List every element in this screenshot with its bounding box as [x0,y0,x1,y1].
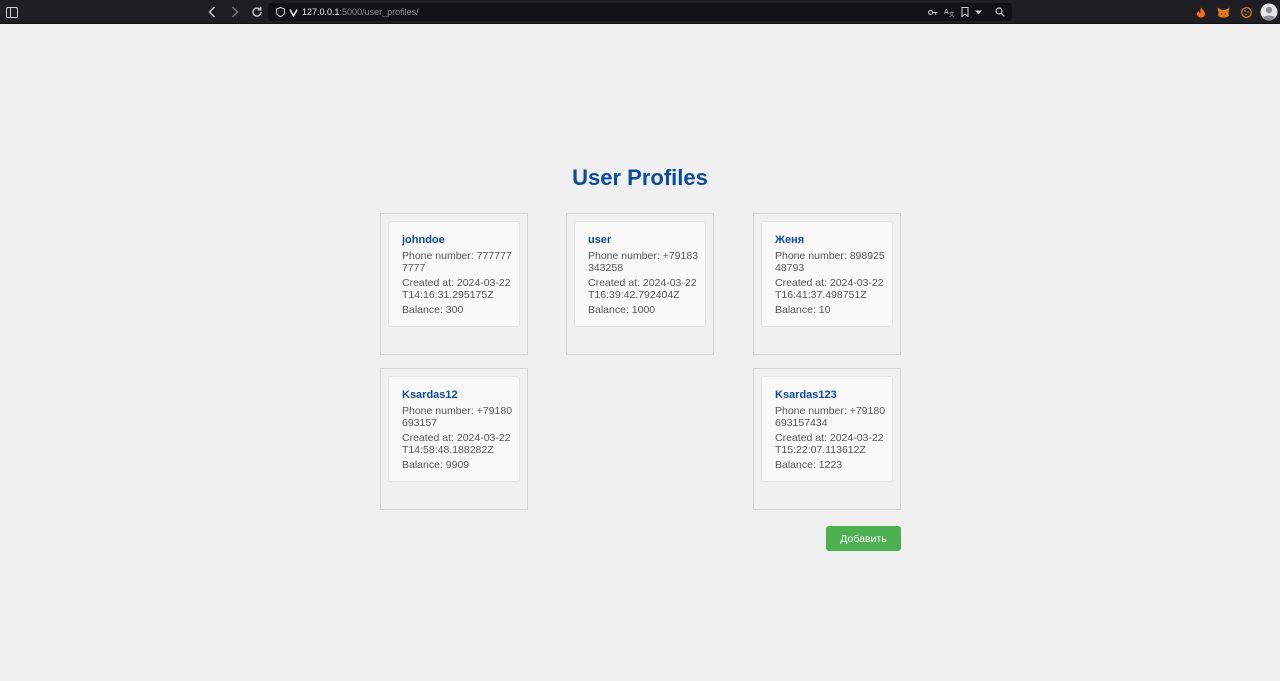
profile-balance: Balance: 1000 [588,304,656,316]
profile-card-body: Ksardas12 Phone number: +79180693157 Cre… [388,376,520,482]
key-icon[interactable] [928,7,938,17]
reload-icon[interactable] [251,6,263,18]
bookmark-icon[interactable] [960,7,969,17]
translate-icon[interactable]: A 文 [944,7,955,17]
profile-balance: Balance: 10 [775,304,831,316]
url-path: :5000/user_profiles/ [339,7,419,17]
profile-card-user: user Phone number: +79183343258 Created … [566,213,714,355]
profile-created-at: Created at: 2024-03-22T14:16:31.295175Z [402,277,511,301]
profile-avatar-icon[interactable] [1260,3,1278,21]
svg-text:文: 文 [949,11,955,18]
url-text[interactable]: 127.0.0.1:5000/user_profiles/ [302,3,419,21]
profile-phone: Phone number: +79183343258 [588,250,699,274]
profile-username: Ksardas12 [402,389,458,401]
profile-card-johndoe: johndoe Phone number: 7777777777 Created… [380,213,528,355]
cookie-extension-icon[interactable] [1240,6,1252,18]
forward-arrow-icon[interactable] [229,6,241,18]
profile-created-at: Created at: 2024-03-22T14:58:48.188282Z [402,432,511,456]
profile-card-body: Ksardas123 Phone number: +79180693157434… [761,376,893,482]
profile-card-ksardas12: Ksardas12 Phone number: +79180693157 Cre… [380,368,528,510]
search-icon[interactable] [994,6,1006,18]
profile-username: user [588,234,612,246]
profile-username: Женя [775,234,805,246]
profile-card-ksardas123: Ksardas123 Phone number: +79180693157434… [753,368,901,510]
profile-phone: Phone number: +79180693157 [402,405,513,429]
url-host: 127.0.0.1 [302,7,340,17]
profile-balance: Balance: 9909 [402,459,470,471]
profile-phone: Phone number: 7777777777 [402,250,512,274]
profile-username: johndoe [402,234,445,246]
profile-username: Ksardas123 [775,389,837,401]
profile-card-zhenya: Женя Phone number: 89892548793 Created a… [753,213,901,355]
address-bar[interactable]: 127.0.0.1:5000/user_profiles/ A 文 [268,3,1012,21]
profile-created-at: Created at: 2024-03-22T16:39:42.792404Z [588,277,697,301]
profile-phone: Phone number: 89892548793 [775,250,885,274]
sidebar-toggle-icon[interactable] [6,6,18,18]
profile-created-at: Created at: 2024-03-22T15:22:07.113612Z [775,432,884,456]
page-title: User Profiles [572,165,708,190]
back-arrow-icon[interactable] [206,6,218,18]
profile-created-at: Created at: 2024-03-22T16:41:37.498751Z [775,277,884,301]
profile-balance: Balance: 300 [402,304,464,316]
profile-card-body: Женя Phone number: 89892548793 Created a… [761,221,893,327]
shield-icon[interactable] [275,7,285,17]
fox-extension-icon[interactable] [1195,6,1207,18]
chevron-down-icon[interactable] [974,7,983,17]
profile-balance: Balance: 1223 [775,459,843,471]
profile-phone: Phone number: +79180693157434 [775,405,886,429]
vivaldi-logo-icon [288,7,298,17]
profile-card-body: user Phone number: +79183343258 Created … [574,221,706,327]
profile-card-body: johndoe Phone number: 7777777777 Created… [388,221,520,327]
browser-toolbar: 127.0.0.1:5000/user_profiles/ A 文 [0,0,1280,24]
metamask-extension-icon[interactable] [1217,6,1230,18]
add-profile-button[interactable]: Добавить [826,526,901,551]
